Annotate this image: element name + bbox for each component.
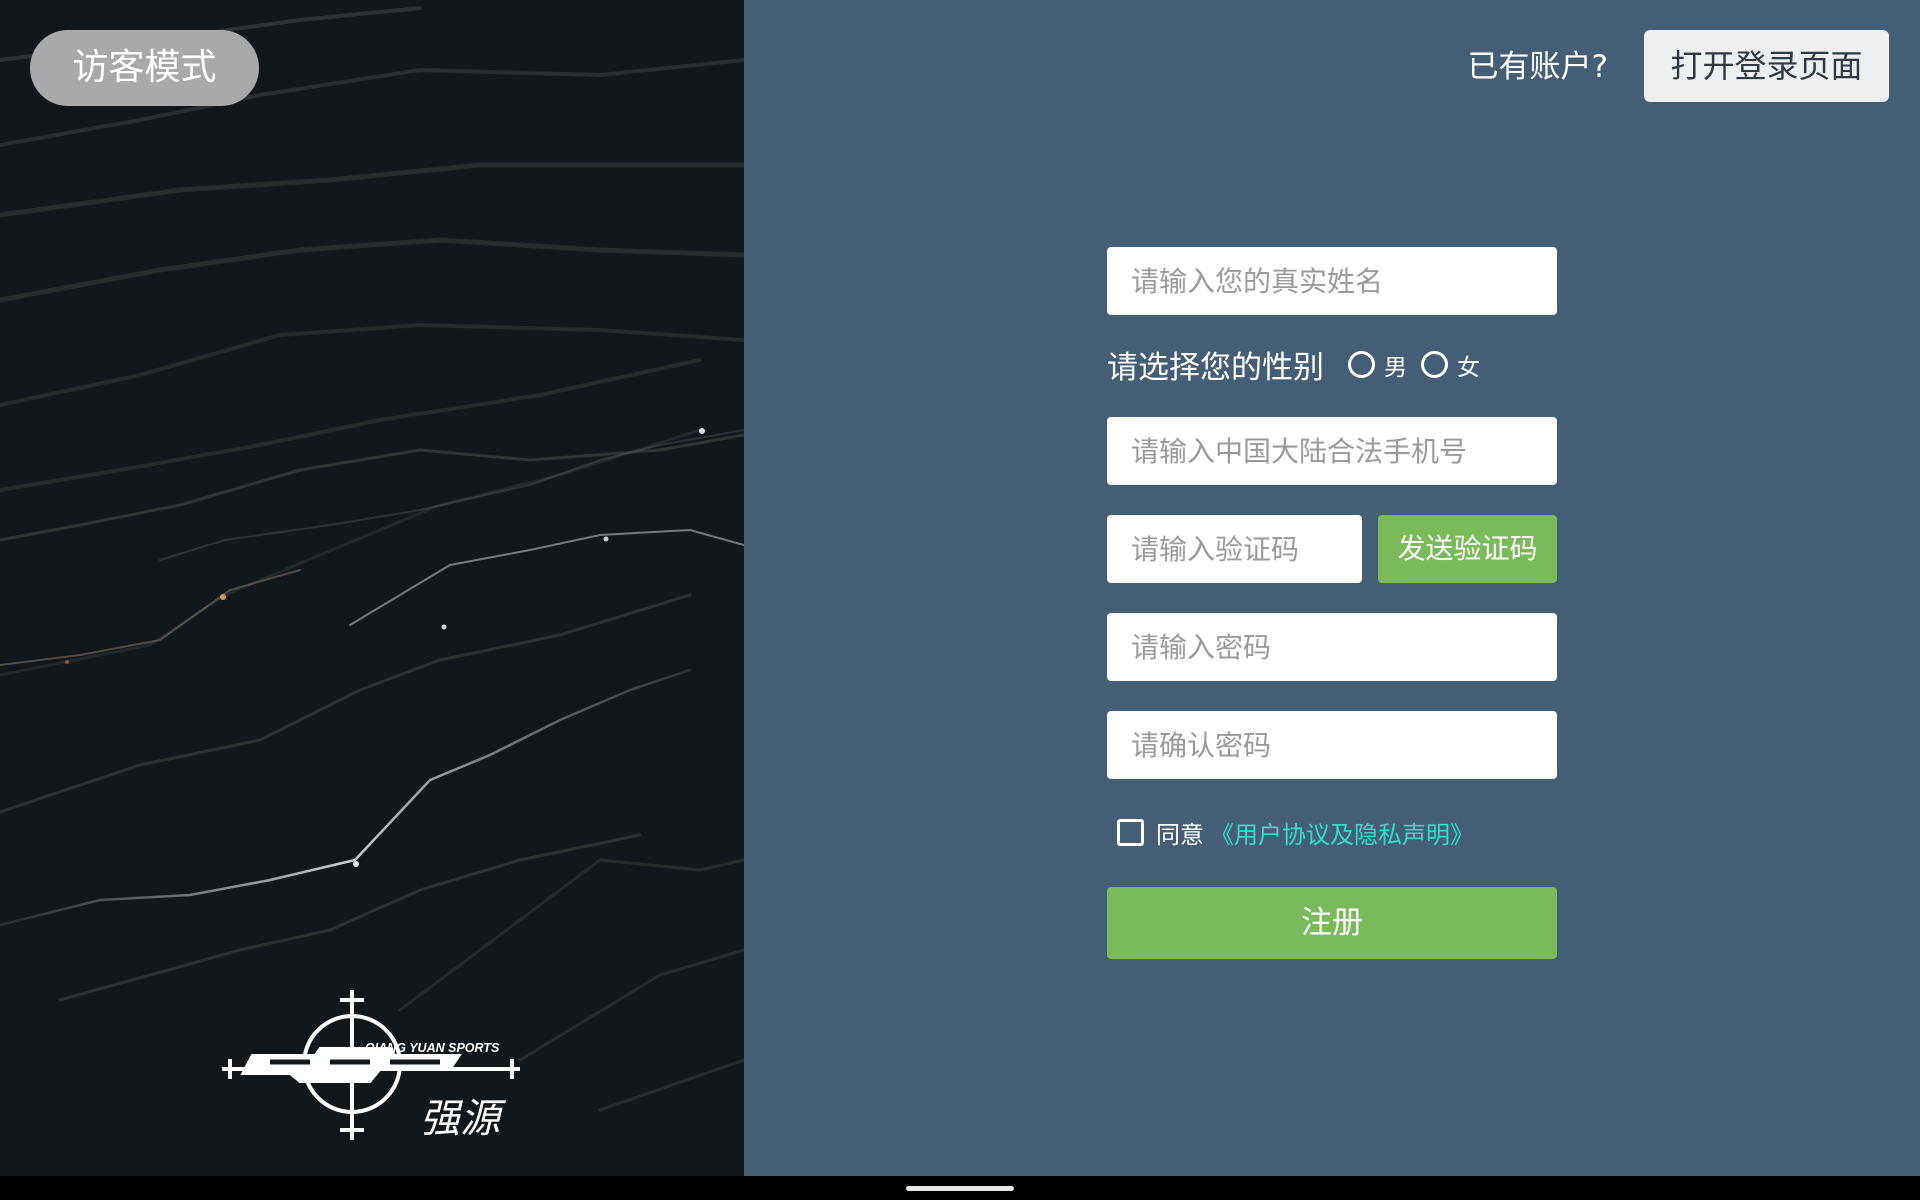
verification-code-input[interactable]	[1107, 515, 1362, 583]
gender-female-label: 女	[1457, 354, 1480, 381]
background-panel: 访客模式 QIANG YUAN SPORTS 强源	[0, 0, 744, 1176]
home-gesture-handle[interactable]	[906, 1186, 1014, 1191]
real-name-input[interactable]	[1107, 247, 1557, 315]
confirm-password-input[interactable]	[1107, 711, 1557, 779]
radio-female-icon[interactable]	[1421, 351, 1448, 378]
password-input[interactable]	[1107, 613, 1557, 681]
gender-label: 请选择您的性别	[1107, 350, 1324, 386]
gender-option-female[interactable]: 女	[1421, 348, 1480, 382]
system-navigation-bar	[0, 1176, 1920, 1200]
gender-male-label: 男	[1384, 354, 1407, 381]
registration-panel: 已有账户? 打开登录页面 请选择您的性别 男 女 发送验证码 同意 《用户协议及…	[744, 0, 1920, 1176]
guest-mode-button[interactable]: 访客模式	[30, 30, 259, 106]
radio-male-icon[interactable]	[1348, 351, 1375, 378]
qiang-yuan-sports-logo: QIANG YUAN SPORTS 强源	[222, 990, 520, 1142]
gender-option-male[interactable]: 男	[1348, 348, 1407, 382]
user-agreement-link[interactable]: 《用户协议及隐私声明》	[1210, 815, 1474, 850]
agree-label: 同意	[1156, 821, 1204, 849]
phone-input[interactable]	[1107, 417, 1557, 485]
agreement-row: 同意 《用户协议及隐私声明》	[1117, 815, 1474, 850]
have-account-label: 已有账户?	[1467, 49, 1608, 85]
open-login-page-button[interactable]: 打开登录页面	[1644, 30, 1889, 102]
gender-selector: 请选择您的性别 男 女	[1107, 342, 1557, 387]
register-button[interactable]: 注册	[1107, 887, 1557, 959]
logo-text-en: QIANG YUAN SPORTS	[365, 1041, 500, 1055]
agree-checkbox[interactable]	[1117, 819, 1144, 846]
send-code-button[interactable]: 发送验证码	[1378, 515, 1557, 583]
logo-text-cn: 强源	[420, 1096, 506, 1142]
